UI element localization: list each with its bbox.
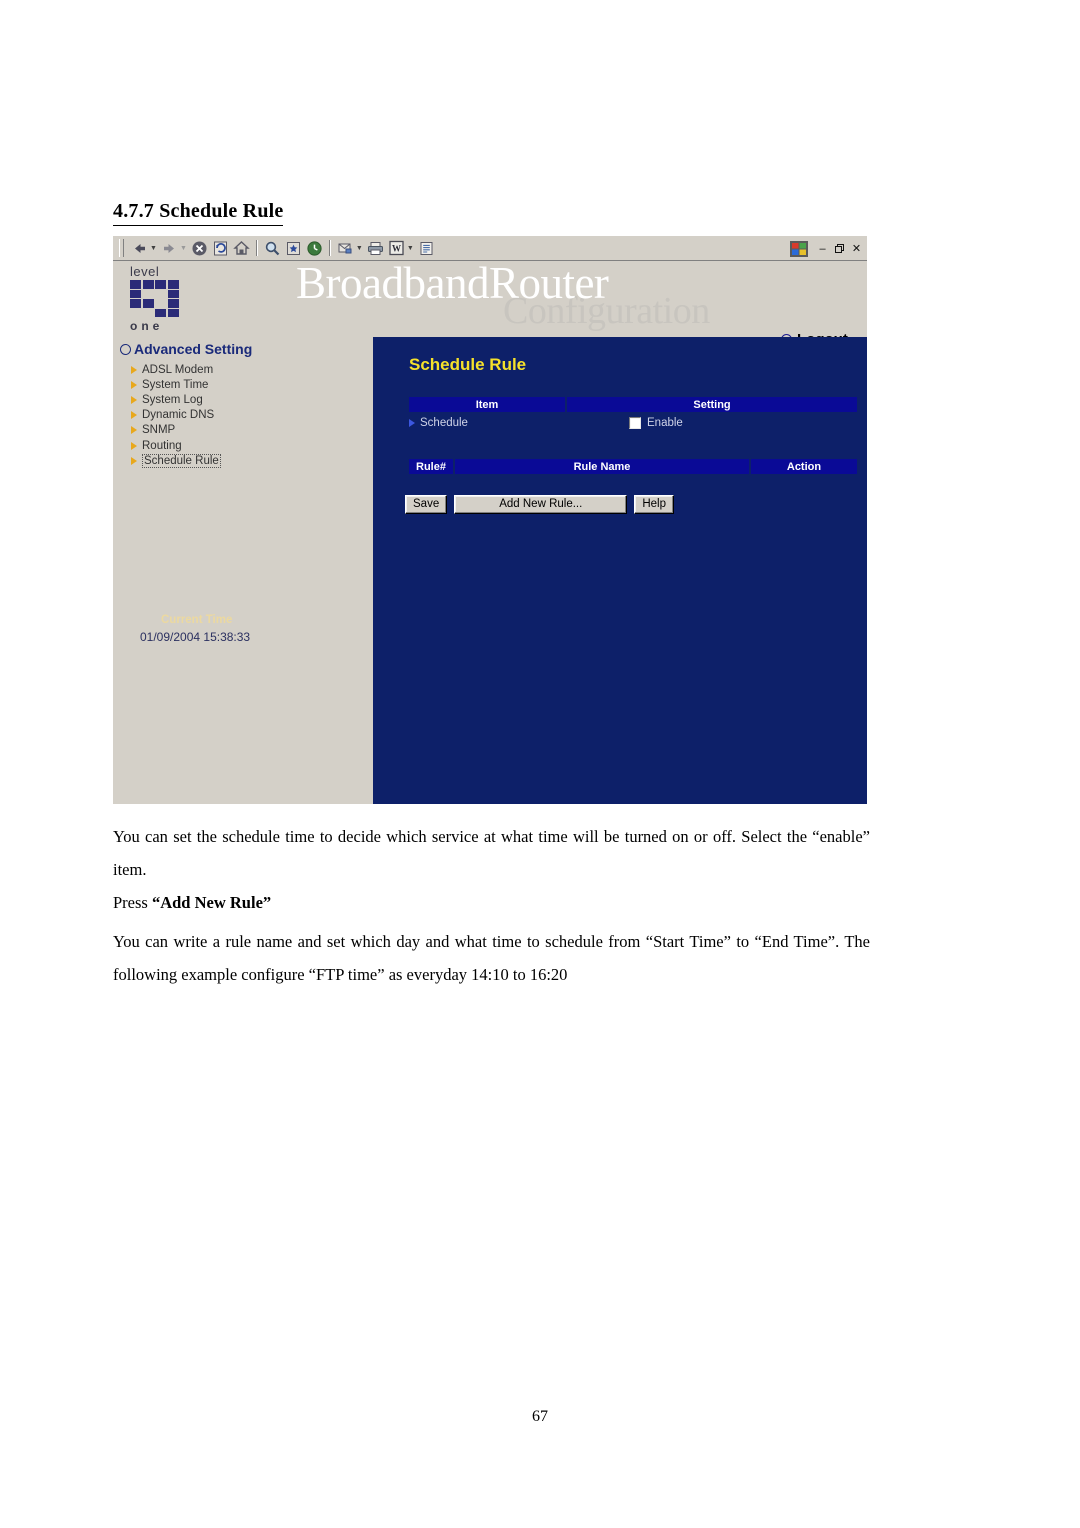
router-app-body: Advanced Setting ADSL Modem System Time … <box>113 337 867 804</box>
paragraph-rule-details: You can write a rule name and set which … <box>113 932 870 984</box>
sidebar-header: Advanced Setting <box>120 341 252 357</box>
rules-table-header-row: Rule# Rule Name Action <box>409 459 857 474</box>
sidebar-item-system-log[interactable]: System Log <box>131 392 221 407</box>
column-header-rule-number: Rule# <box>409 459 453 474</box>
sidebar-header-bullet-icon <box>120 343 131 355</box>
back-icon[interactable] <box>130 239 149 258</box>
add-new-rule-quoted: “Add New Rule” <box>151 893 272 912</box>
schedule-enable-checkbox[interactable] <box>629 417 641 429</box>
refresh-icon[interactable] <box>211 239 230 258</box>
column-header-rule-name: Rule Name <box>455 459 749 474</box>
sidebar-item-label: SNMP <box>142 424 176 437</box>
forward-icon[interactable] <box>160 239 179 258</box>
router-banner: Configuration BroadbandRouter level one <box>113 261 867 337</box>
banner-title: BroadbandRouter <box>296 261 609 308</box>
sidebar-menu: ADSL Modem System Time System Log Dynami… <box>131 362 221 468</box>
window-controls: – ✕ <box>790 238 865 259</box>
sidebar-item-label: System Time <box>142 378 209 391</box>
column-header-action: Action <box>751 459 857 474</box>
content-title: Schedule Rule <box>409 355 527 374</box>
sidebar-item-schedule-rule[interactable]: Schedule Rule <box>131 453 221 468</box>
toolbar-separator <box>328 240 331 256</box>
restore-button[interactable] <box>831 241 848 257</box>
print-icon[interactable] <box>366 239 385 258</box>
bullet-arrow-icon <box>131 411 137 420</box>
logo-glyph-icon <box>130 280 180 318</box>
table-row: Schedule Enable <box>409 412 857 434</box>
page-number: 67 <box>532 1408 548 1425</box>
home-icon[interactable] <box>232 239 251 258</box>
bullet-arrow-icon <box>409 419 415 427</box>
document-page: 4.7.7 Schedule Rule ▼ ▼ ▼ W ▼ – ✕ Config… <box>0 0 1080 1528</box>
toolbar-separator <box>255 240 258 256</box>
row-item-label: Schedule <box>420 417 468 429</box>
minimize-button[interactable]: – <box>814 241 831 257</box>
browser-toolbar: ▼ ▼ ▼ W ▼ – ✕ <box>113 236 867 261</box>
bullet-arrow-icon <box>131 395 137 404</box>
help-button[interactable]: Help <box>634 495 674 514</box>
bullet-arrow-icon <box>131 380 137 389</box>
search-icon[interactable] <box>263 239 282 258</box>
mail-dropdown-icon[interactable]: ▼ <box>356 245 363 252</box>
windows-logo-icon <box>790 240 808 257</box>
bullet-arrow-icon <box>131 365 137 374</box>
back-dropdown-icon[interactable]: ▼ <box>150 245 157 252</box>
sidebar-item-label: Routing <box>142 439 182 452</box>
levelone-logo: level one <box>119 262 197 336</box>
settings-table-header-row: Item Setting <box>409 397 857 412</box>
sidebar-item-snmp[interactable]: SNMP <box>131 423 221 438</box>
bullet-arrow-icon <box>131 426 137 435</box>
sidebar-item-system-time[interactable]: System Time <box>131 377 221 392</box>
column-header-item: Item <box>409 397 565 412</box>
save-button[interactable]: Save <box>405 495 448 514</box>
sidebar-item-label: Dynamic DNS <box>142 409 215 422</box>
row-setting-schedule: Enable <box>565 417 683 429</box>
sidebar-item-routing[interactable]: Routing <box>131 438 221 453</box>
paragraph-intro: You can set the schedule time to decide … <box>113 827 870 879</box>
logo-top-text: level <box>130 264 160 279</box>
bullet-arrow-icon <box>131 441 137 450</box>
svg-text:W: W <box>392 244 401 254</box>
rules-table: Rule# Rule Name Action <box>409 459 857 474</box>
close-button[interactable]: ✕ <box>848 241 865 257</box>
sidebar-item-label: ADSL Modem <box>142 363 214 376</box>
row-item-schedule: Schedule <box>409 417 565 429</box>
favorites-icon[interactable] <box>284 239 303 258</box>
page-title: 4.7.7 Schedule Rule <box>113 200 284 226</box>
bullet-arrow-icon <box>131 456 137 465</box>
router-screenshot: ▼ ▼ ▼ W ▼ – ✕ Configuration BroadbandRou… <box>113 236 867 804</box>
add-new-rule-button[interactable]: Add New Rule... <box>454 495 628 514</box>
current-time-value: 01/09/2004 15:38:33 <box>140 630 251 644</box>
stop-icon[interactable] <box>190 239 209 258</box>
sidebar-header-label: Advanced Setting <box>134 341 253 357</box>
content-panel: Schedule Rule Item Setting Schedule Enab… <box>373 337 867 804</box>
edit-in-word-icon[interactable]: W <box>387 239 406 258</box>
mail-icon[interactable] <box>336 239 355 258</box>
content-button-row: Save Add New Rule... Help <box>405 495 674 514</box>
paragraph-press-add-new-rule: Press “Add New Rule” <box>113 886 870 919</box>
forward-dropdown-icon[interactable]: ▼ <box>180 245 187 252</box>
history-icon[interactable] <box>305 239 324 258</box>
edit-dropdown-icon[interactable]: ▼ <box>407 245 414 252</box>
settings-table: Item Setting Schedule Enable <box>409 397 857 434</box>
toolbar-grip[interactable] <box>119 239 124 257</box>
schedule-enable-label: Enable <box>647 417 683 429</box>
column-header-setting: Setting <box>567 397 857 412</box>
logo-bottom-text: one <box>130 319 164 333</box>
sidebar-item-label: Schedule Rule <box>142 453 221 468</box>
sidebar-item-dynamic-dns[interactable]: Dynamic DNS <box>131 408 221 423</box>
sidebar-item-label: System Log <box>142 393 203 406</box>
press-prefix: Press <box>113 893 152 912</box>
current-time-label: Current Time <box>161 614 233 626</box>
discuss-icon[interactable] <box>417 239 436 258</box>
sidebar-item-adsl-modem[interactable]: ADSL Modem <box>131 362 221 377</box>
